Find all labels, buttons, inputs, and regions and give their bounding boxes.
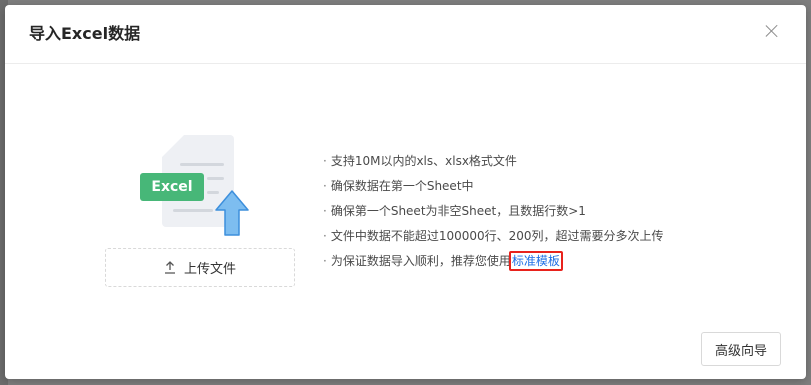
standard-template-link[interactable]: 标准模板 (508, 251, 563, 271)
dialog-title: 导入Excel数据 (29, 24, 141, 43)
import-excel-dialog: 导入Excel数据 Excel 上传文件 · 支持10M以内的xls、xlsx格式… (5, 5, 806, 379)
upload-file-button[interactable]: 上传文件 (105, 248, 295, 287)
list-item: · 确保数据在第一个Sheet中 (323, 179, 474, 193)
import-tips-list: · 支持10M以内的xls、xlsx格式文件 · 确保数据在第一个Sheet中 · 确… (323, 149, 664, 274)
close-icon[interactable] (763, 22, 781, 40)
list-item: · 支持10M以内的xls、xlsx格式文件 (323, 154, 517, 168)
excel-file-illustration: Excel (133, 135, 253, 240)
upload-file-label: 上传文件 (183, 262, 236, 277)
excel-badge: Excel (140, 173, 204, 201)
header-divider (5, 63, 806, 64)
upload-arrow-icon (215, 190, 249, 236)
list-item: · 确保第一个Sheet为非空Sheet，且数据行数>1 (323, 204, 586, 218)
list-item: · 为保证数据导入顺利，推荐您使用标准模板 (323, 249, 664, 274)
list-item: · 文件中数据不能超过100000行、200列，超过需要分多次上传 (323, 229, 664, 243)
advanced-wizard-button[interactable]: 高级向导 (701, 332, 781, 366)
upload-icon (164, 261, 175, 274)
